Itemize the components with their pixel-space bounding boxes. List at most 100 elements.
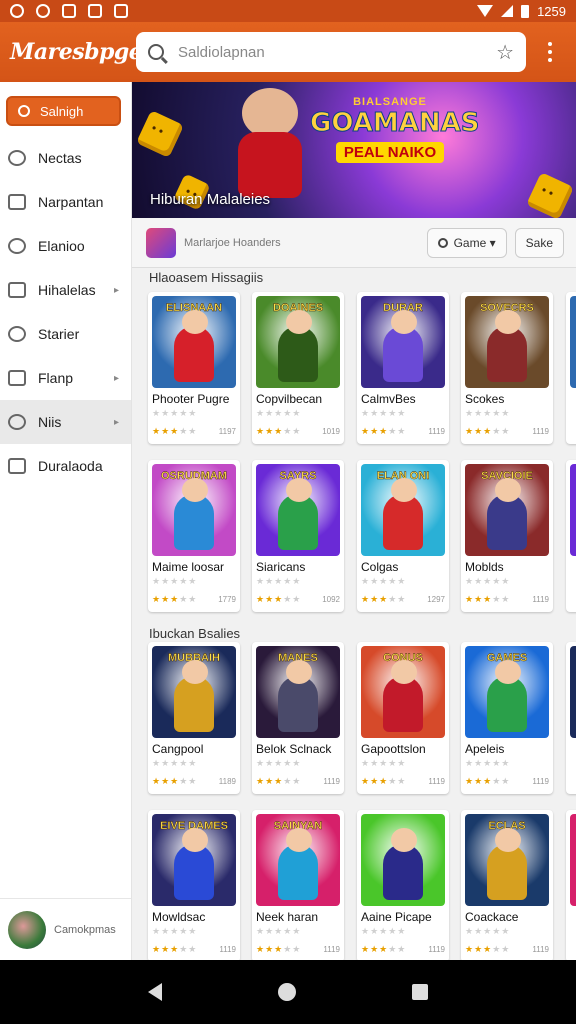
home-icon[interactable] <box>278 983 296 1001</box>
sidebar-item-0[interactable]: Nectas <box>0 136 131 180</box>
sidebar-primary-button[interactable]: Salnigh <box>6 96 121 126</box>
mascot-graphic <box>232 88 308 198</box>
game-thumbnail: MANES <box>256 646 340 738</box>
rating-placeholder-stars: ★★★★★ <box>256 576 302 586</box>
sidebar-item-4[interactable]: Starier <box>0 312 131 356</box>
sidebar-item-label: Elanioo <box>38 238 85 254</box>
game-thumbnail <box>570 814 576 906</box>
game-name: Moblds <box>465 560 504 574</box>
character-graphic <box>278 478 318 550</box>
sake-filter-button[interactable]: Sake <box>514 227 564 258</box>
game-card[interactable]: ECLAS Coackace ★★★★★ ★★★★★ 1119 <box>461 810 553 960</box>
rating-stars: ★★★★★ <box>256 944 302 954</box>
game-card[interactable]: CONUS Gapoottslon ★★★★★ ★★★★★ 1119 <box>357 642 449 794</box>
image-icon <box>8 194 26 210</box>
search-icon <box>437 237 448 248</box>
rating-stars: ★★★★★ <box>152 426 198 436</box>
filter-bar: Marlarjoe Hoanders Game ▾ Sake <box>132 218 576 268</box>
game-card-partial[interactable] <box>566 460 576 612</box>
game-name: Neek haran <box>256 910 319 924</box>
sidebar: Salnigh Nectas Narpantan Elanioo Hihalelas ▸… <box>0 82 132 960</box>
game-card-partial[interactable] <box>566 292 576 444</box>
account-footer[interactable]: Camokpmas <box>0 898 131 960</box>
game-name: Cangpool <box>152 742 204 756</box>
notification-icon <box>114 4 128 18</box>
game-thumbnail <box>570 646 576 738</box>
featured-banner[interactable]: BIALSANGE GOAMANAS PEAL NAIKO Hiburan Ma… <box>132 82 576 218</box>
character-graphic <box>487 478 527 550</box>
sidebar-item-label: Duralaoda <box>38 458 103 474</box>
game-thumbnail <box>570 296 576 388</box>
game-card-partial[interactable] <box>566 642 576 794</box>
sidebar-item-1[interactable]: Narpantan <box>0 180 131 224</box>
search-input[interactable]: Saldiolapnan <box>178 44 496 61</box>
character-graphic <box>278 310 318 382</box>
rating-placeholder-stars: ★★★★★ <box>361 758 407 768</box>
game-card[interactable]: SAVCIOIE Moblds ★★★★★ ★★★★★ 1119 <box>461 460 553 612</box>
more-options-icon[interactable] <box>548 42 552 62</box>
search-bar[interactable]: Saldiolapnan ☆ <box>136 32 526 72</box>
game-card[interactable]: MANES Belok Sclnack ★★★★★ ★★★★★ 1119 <box>252 642 344 794</box>
game-name: Gapoottslon <box>361 742 426 756</box>
rating-count: 1119 <box>532 945 549 954</box>
star-icon[interactable]: ☆ <box>496 40 514 65</box>
rating-placeholder-stars: ★★★★★ <box>152 758 198 768</box>
game-card[interactable]: SAYRS Siaricans ★★★★★ ★★★★★ 1092 <box>252 460 344 612</box>
game-card[interactable]: ELISNAAN Phooter Pugre ★★★★★ ★★★★★ 1197 <box>148 292 240 444</box>
sidebar-item-3[interactable]: Hihalelas ▸ <box>0 268 131 312</box>
rating-stars: ★★★★★ <box>152 594 198 604</box>
game-card[interactable]: SOVECRS Scokes ★★★★★ ★★★★★ 1119 <box>461 292 553 444</box>
game-card[interactable]: DOAINES Copvilbecan ★★★★★ ★★★★★ 1019 <box>252 292 344 444</box>
rating-stars: ★★★★★ <box>361 776 407 786</box>
rating-count: 1189 <box>218 777 236 786</box>
game-thumbnail: ELAN ONI <box>361 464 445 556</box>
rating-count: 1092 <box>322 595 340 604</box>
character-graphic <box>487 828 527 900</box>
game-filter-dropdown[interactable]: Game ▾ <box>426 227 507 258</box>
app-bar: Maresbpge Saldiolapnan ☆ <box>0 22 576 82</box>
rating-placeholder-stars: ★★★★★ <box>152 408 198 418</box>
game-card[interactable]: ELAN ONI Colgas ★★★★★ ★★★★★ 1297 <box>357 460 449 612</box>
game-name: Siaricans <box>256 560 306 574</box>
section-title: Ibuckan Bsalies <box>149 626 241 641</box>
game-filter-label: Game ▾ <box>453 235 496 250</box>
game-card[interactable]: SAINYAN Neek haran ★★★★★ ★★★★★ 1119 <box>252 810 344 960</box>
character-graphic <box>278 828 318 900</box>
sidebar-item-7[interactable]: Duralaoda <box>0 444 131 488</box>
wifi-icon <box>477 5 494 17</box>
rating-placeholder-stars: ★★★★★ <box>361 576 407 586</box>
rating-count: 1197 <box>218 427 236 436</box>
sidebar-item-2[interactable]: Elanioo <box>0 224 131 268</box>
app-logo[interactable]: Maresbpge <box>0 39 143 65</box>
game-thumbnail <box>361 814 445 906</box>
sidebar-item-label: Hihalelas <box>38 282 96 298</box>
rating-stars: ★★★★★ <box>256 426 302 436</box>
game-card[interactable]: DURAR CalmvBes ★★★★★ ★★★★★ 1119 <box>357 292 449 444</box>
back-icon[interactable] <box>148 983 162 1001</box>
rating-count: 1779 <box>218 595 236 604</box>
game-card[interactable]: OSRUDMAM Maime loosar ★★★★★ ★★★★★ 1779 <box>148 460 240 612</box>
sidebar-item-6[interactable]: Niis ▸ <box>0 400 131 444</box>
game-thumbnail: CONUS <box>361 646 445 738</box>
character-graphic <box>278 660 318 732</box>
signal-icon <box>501 5 514 17</box>
character-graphic <box>174 660 214 732</box>
sidebar-item-label: Starier <box>38 326 80 342</box>
game-row: MUBBAIH Cangpool ★★★★★ ★★★★★ 1189 MANES Belok … <box>132 642 576 794</box>
character-graphic <box>383 478 423 550</box>
game-card[interactable]: EIVE DAMES Mowldsac ★★★★★ ★★★★★ 1119 <box>148 810 240 960</box>
game-card[interactable]: Aaine Picape ★★★★★ ★★★★★ 1119 <box>357 810 449 960</box>
recents-icon[interactable] <box>412 984 428 1000</box>
dice-graphic <box>526 172 574 218</box>
sidebar-item-label: Narpantan <box>38 194 104 210</box>
game-thumbnail: OSRUDMAM <box>152 464 236 556</box>
rating-stars: ★★★★★ <box>361 944 407 954</box>
game-card[interactable]: MUBBAIH Cangpool ★★★★★ ★★★★★ 1189 <box>148 642 240 794</box>
rating-stars: ★★★★★ <box>465 944 511 954</box>
game-card[interactable]: GAMES Apeleis ★★★★★ ★★★★★ 1119 <box>461 642 553 794</box>
game-card-partial[interactable] <box>566 810 576 960</box>
banner-top-text: BIALSANGE <box>353 96 427 108</box>
sidebar-item-5[interactable]: Flanp ▸ <box>0 356 131 400</box>
game-thumbnail <box>570 464 576 556</box>
notification-icon <box>10 4 24 18</box>
